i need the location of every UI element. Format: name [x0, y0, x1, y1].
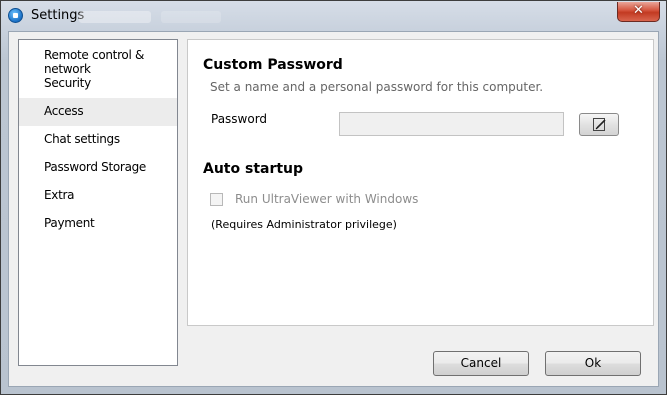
- custom-password-heading: Custom Password: [203, 57, 343, 73]
- sidebar-item-remote-control-network[interactable]: Remote control & network: [19, 42, 177, 76]
- window-title: Settings: [31, 8, 85, 23]
- app-icon: [8, 8, 23, 23]
- sidebar-item-security[interactable]: Security: [19, 70, 177, 98]
- edit-password-button[interactable]: [579, 113, 619, 136]
- ok-button[interactable]: Ok: [545, 351, 641, 376]
- cancel-button[interactable]: Cancel: [433, 351, 529, 376]
- sidebar-item-password-storage[interactable]: Password Storage: [19, 154, 177, 182]
- sidebar-item-label: Payment: [44, 216, 95, 230]
- settings-window: Settings ✕ Remote control & network Secu…: [0, 0, 667, 395]
- pencil-icon: [593, 118, 606, 131]
- dialog-body: Remote control & network Security Access…: [8, 31, 659, 387]
- title-bar[interactable]: Settings ✕: [1, 1, 666, 31]
- sidebar-item-label: Extra: [44, 188, 75, 202]
- admin-privilege-note: (Requires Administrator privilege): [211, 218, 397, 231]
- title-bar-glass-highlight: [79, 11, 151, 23]
- title-bar-glass-highlight: [161, 11, 221, 23]
- close-icon: ✕: [633, 3, 644, 18]
- sidebar-item-chat-settings[interactable]: Chat settings: [19, 126, 177, 154]
- custom-password-description: Set a name and a personal password for t…: [210, 80, 544, 94]
- sidebar-item-label: Access: [44, 104, 84, 118]
- password-label: Password: [211, 112, 268, 126]
- run-with-windows-label[interactable]: Run UltraViewer with Windows: [235, 192, 418, 206]
- auto-startup-heading: Auto startup: [203, 161, 304, 177]
- sidebar-item-payment[interactable]: Payment: [19, 210, 177, 238]
- settings-content-panel: Custom Password Set a name and a persona…: [187, 39, 654, 326]
- sidebar-item-label: Security: [44, 76, 91, 90]
- settings-sidebar: Remote control & network Security Access…: [18, 39, 178, 366]
- close-button[interactable]: ✕: [617, 2, 660, 22]
- sidebar-item-label: Password Storage: [44, 160, 147, 174]
- sidebar-item-access[interactable]: Access: [19, 98, 177, 126]
- sidebar-item-label: Chat settings: [44, 132, 120, 146]
- run-with-windows-checkbox[interactable]: [210, 193, 223, 206]
- sidebar-item-extra[interactable]: Extra: [19, 182, 177, 210]
- password-field[interactable]: [339, 112, 564, 136]
